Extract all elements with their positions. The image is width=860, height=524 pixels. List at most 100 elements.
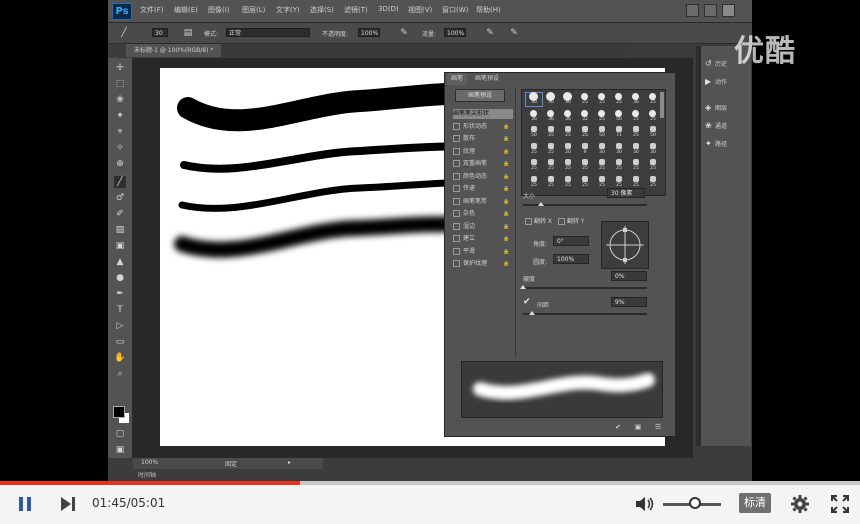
- brush-tip[interactable]: 36: [560, 109, 576, 123]
- brush-tip[interactable]: 25: [543, 142, 559, 156]
- brush-option-row[interactable]: 建立 🔒: [453, 234, 513, 244]
- menu-help[interactable]: 帮助(H): [476, 5, 501, 15]
- lasso-tool-icon[interactable]: ❀: [114, 94, 126, 106]
- brush-option-row[interactable]: 颜色动态 🔒: [453, 172, 513, 182]
- shape-tool-icon[interactable]: ▭: [114, 336, 126, 348]
- brush-tip[interactable]: 71: [611, 126, 627, 139]
- brush-tip[interactable]: 25: [577, 126, 593, 139]
- brush-option-checkbox[interactable]: [453, 210, 460, 217]
- hardness-input[interactable]: 0%: [611, 271, 647, 281]
- panel-menu-icon[interactable]: ☰: [653, 422, 663, 432]
- brush-tip[interactable]: 30: [628, 142, 644, 156]
- brush-tip[interactable]: 25: [594, 93, 610, 106]
- mode-select[interactable]: 正常: [226, 28, 310, 37]
- close-button[interactable]: [722, 4, 735, 17]
- menu-filter[interactable]: 滤镜(T): [344, 5, 368, 15]
- brush-option-checkbox[interactable]: [453, 235, 460, 242]
- brush-tip[interactable]: 50: [594, 126, 610, 139]
- brush-tip[interactable]: 25: [526, 175, 542, 189]
- brush-tip[interactable]: 25: [611, 93, 627, 106]
- history-brush-tool-icon[interactable]: ✐: [114, 208, 126, 220]
- spacing-input[interactable]: 9%: [611, 297, 647, 307]
- menu-select[interactable]: 选择(S): [310, 5, 334, 15]
- pen-tool-icon[interactable]: ✒: [114, 288, 126, 300]
- dodge-tool-icon[interactable]: ●: [114, 272, 126, 284]
- roundness-input[interactable]: 100%: [553, 254, 589, 264]
- brush-tip[interactable]: 9: [577, 142, 593, 156]
- brush-tip[interactable]: 25: [628, 159, 644, 172]
- quality-button[interactable]: 标清: [739, 493, 771, 513]
- brush-tip[interactable]: 25: [594, 159, 610, 172]
- hardness-slider-handle[interactable]: [520, 285, 526, 289]
- brush-option-checkbox[interactable]: [453, 172, 460, 180]
- brush-option-row[interactable]: 散布 🔒: [453, 134, 513, 144]
- angle-input[interactable]: 0°: [553, 236, 589, 246]
- menu-window[interactable]: 窗口(W): [442, 5, 468, 15]
- settings-gear-icon[interactable]: [790, 494, 810, 514]
- size-slider-handle[interactable]: [538, 202, 544, 206]
- lock-icon[interactable]: 🔒: [503, 122, 509, 132]
- brush-tip[interactable]: 30: [543, 92, 559, 106]
- angle-roundness-widget[interactable]: [601, 221, 649, 269]
- brush-tip[interactable]: 25: [645, 175, 661, 189]
- brush-panel-toggle-icon[interactable]: ▤: [182, 27, 194, 39]
- menu-view[interactable]: 视图(V): [408, 5, 432, 15]
- fullscreen-icon[interactable]: [830, 494, 850, 514]
- hand-tool-icon[interactable]: ✋: [114, 352, 126, 364]
- brush-tip[interactable]: 25: [543, 175, 559, 189]
- blur-tool-icon[interactable]: ▲: [114, 256, 126, 268]
- brush-size-picker[interactable]: 30: [152, 28, 168, 37]
- dock-item-channels[interactable]: ❀ 通道: [705, 120, 727, 132]
- healing-tool-icon[interactable]: ⊕: [114, 158, 126, 170]
- pressure-size-icon[interactable]: ✎: [508, 27, 520, 39]
- crop-tool-icon[interactable]: ⌖: [114, 126, 126, 138]
- tab-brush[interactable]: 画笔: [447, 73, 468, 85]
- lock-icon[interactable]: 🔒: [503, 159, 509, 169]
- brush-tip[interactable]: 25: [594, 109, 610, 123]
- brush-tip[interactable]: 25: [577, 93, 593, 106]
- lock-icon[interactable]: 🔒: [503, 134, 509, 144]
- brush-option-row[interactable]: 保护纹理 🔒: [453, 259, 513, 269]
- hardness-slider[interactable]: [523, 287, 647, 289]
- spacing-checkbox[interactable]: ✔: [523, 297, 531, 307]
- airbrush-icon[interactable]: ✎: [484, 27, 496, 39]
- volume-icon[interactable]: [634, 495, 656, 513]
- brush-option-row[interactable]: 双重画笔 🔒: [453, 159, 513, 169]
- brush-tip[interactable]: 20: [560, 142, 576, 156]
- lock-icon[interactable]: 🔒: [503, 259, 509, 269]
- eraser-tool-icon[interactable]: ▨: [114, 224, 126, 236]
- brush-tip[interactable]: 25: [645, 93, 661, 106]
- lock-icon[interactable]: 🔒: [503, 209, 509, 219]
- brush-tip[interactable]: 25: [560, 126, 576, 139]
- opacity-input[interactable]: 100%: [358, 28, 380, 37]
- spacing-slider-handle[interactable]: [529, 311, 535, 315]
- brush-option-row[interactable]: 平滑 🔒: [453, 247, 513, 257]
- dock-item-layers[interactable]: ◈ 图层: [705, 102, 727, 114]
- clone-stamp-tool-icon[interactable]: ♂: [114, 192, 126, 204]
- minimize-button[interactable]: [686, 4, 699, 17]
- brush-tip[interactable]: 25: [645, 159, 661, 172]
- zoom-level[interactable]: 100%: [141, 459, 158, 466]
- brush-tip[interactable]: 30: [560, 92, 576, 106]
- menu-3d[interactable]: 3D(D): [378, 5, 399, 13]
- brush-tip[interactable]: 25: [560, 175, 576, 189]
- brush-option-row[interactable]: 湿边 🔒: [453, 222, 513, 232]
- brush-tip[interactable]: 25: [577, 175, 593, 189]
- brush-option-checkbox[interactable]: [453, 260, 460, 267]
- quick-mask-icon[interactable]: ▢: [114, 428, 126, 440]
- dock-splitter[interactable]: [696, 46, 700, 446]
- brush-option-row[interactable]: 传递 🔒: [453, 184, 513, 194]
- brush-tip[interactable]: 25: [611, 175, 627, 189]
- progress-bar[interactable]: [0, 481, 860, 485]
- menu-edit[interactable]: 编辑(E): [174, 5, 198, 15]
- brush-option-checkbox[interactable]: [453, 247, 460, 255]
- path-select-tool-icon[interactable]: ▷: [114, 320, 126, 332]
- brush-tip[interactable]: 50: [611, 109, 627, 123]
- lock-icon[interactable]: 🔒: [503, 147, 509, 157]
- brush-option-row[interactable]: 形状动态 🔒: [453, 122, 513, 132]
- lock-icon[interactable]: 🔒: [503, 172, 509, 182]
- brush-tip[interactable]: 25: [543, 126, 559, 139]
- zoom-tool-icon[interactable]: ⌕: [114, 368, 126, 380]
- brush-tip[interactable]: 25: [628, 175, 644, 189]
- brush-option-row[interactable]: 画笔笔势 🔒: [453, 197, 513, 207]
